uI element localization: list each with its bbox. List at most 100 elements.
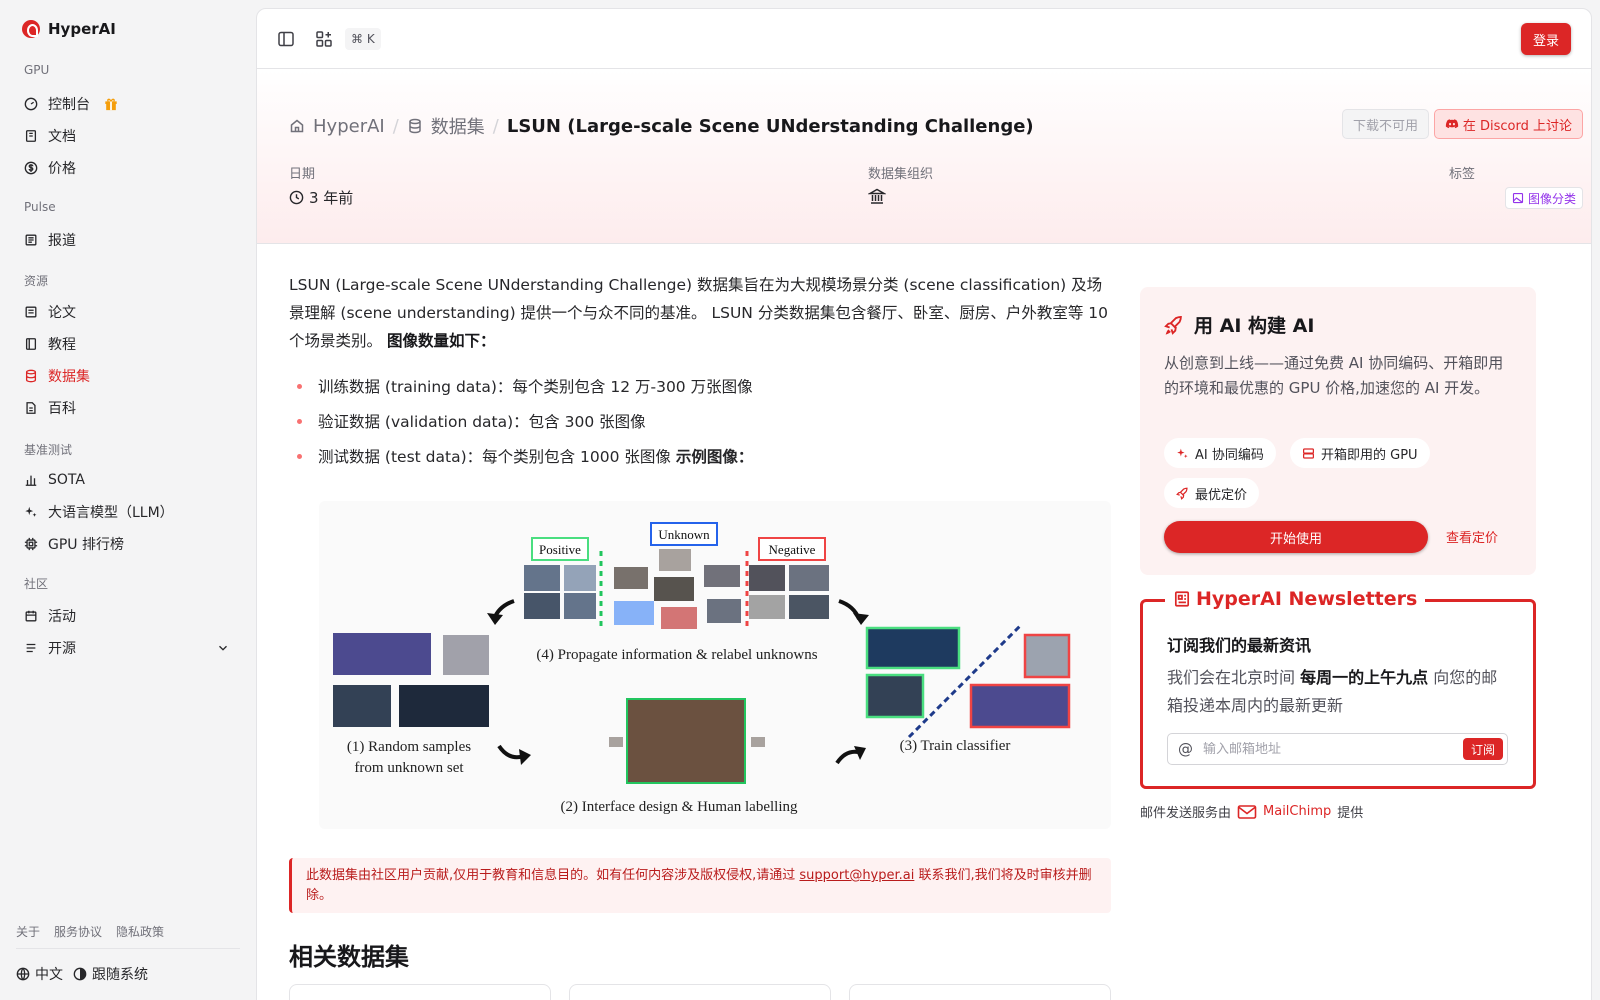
- email-input[interactable]: [1203, 741, 1453, 757]
- newsletter-description: 我们会在北京时间 每周一的上午九点 向您的邮箱投递本周内的最新更新: [1167, 664, 1512, 720]
- terms-link[interactable]: 服务协议: [54, 923, 102, 940]
- language-switch[interactable]: 中文: [16, 964, 63, 984]
- newsletter-title: HyperAI Newsletters: [1165, 588, 1426, 610]
- org-label: 数据集组织: [868, 167, 934, 182]
- database-icon: [25, 369, 37, 383]
- sidebar-item-label: 大语言模型（LLM）: [48, 505, 174, 521]
- sidebar-item-opensource[interactable]: 开源: [16, 634, 238, 662]
- date-label: 日期: [289, 167, 316, 182]
- list-item: 测试数据 (test data)：每个类别包含 1000 张图像 示例图像：: [289, 445, 753, 467]
- sidebar-item-tutorials[interactable]: 教程: [16, 330, 238, 358]
- section-resources: 资源: [24, 274, 49, 288]
- divider: [16, 948, 240, 949]
- newspaper-icon: [1174, 591, 1190, 607]
- chip-label: AI 协同编码: [1195, 447, 1264, 463]
- newsletter-title-text: HyperAI Newsletters: [1196, 588, 1418, 610]
- page-title: LSUN (Large-scale Scene UNderstanding Ch…: [506, 115, 1034, 137]
- org-value: [868, 187, 886, 205]
- bullet-dot: [297, 418, 302, 424]
- section-pulse: Pulse: [24, 200, 56, 214]
- paper-icon: [25, 306, 37, 318]
- login-button[interactable]: 登录: [1521, 23, 1571, 55]
- sidebar-item-datasets[interactable]: 数据集: [16, 362, 238, 390]
- sidebar-item-label: 百科: [48, 401, 76, 417]
- mail-icon: [1237, 804, 1257, 819]
- image-icon: [1512, 192, 1524, 204]
- section-gpu: GPU: [24, 63, 50, 77]
- tag-text: 图像分类: [1527, 191, 1576, 206]
- tag-image-classification[interactable]: 图像分类: [1504, 187, 1583, 209]
- view-pricing-link[interactable]: 查看定价: [1446, 527, 1498, 546]
- sidebar-item-label: 教程: [48, 337, 76, 353]
- sidebar-item-reports[interactable]: 报道: [16, 226, 238, 254]
- sidebar-item-docs[interactable]: 文档: [16, 122, 238, 150]
- download-button[interactable]: 下载不可用: [1341, 109, 1429, 139]
- chip-label: 最优定价: [1195, 487, 1248, 503]
- mailchimp-link[interactable]: MailChimp: [1263, 804, 1331, 819]
- crumb-home[interactable]: HyperAI: [313, 116, 385, 137]
- sidebar-item-papers[interactable]: 论文: [16, 298, 238, 326]
- support-email-link[interactable]: support@hyper.ai: [799, 868, 914, 883]
- notice-text: 此数据集由社区用户贡献,仅用于教育和信息目的。如有任何内容涉及版权侵权,请通过: [306, 868, 800, 883]
- negative-label: Negative: [769, 542, 816, 557]
- chevron-down-icon[interactable]: [216, 641, 230, 655]
- list-item: 训练数据 (training data)：每个类别包含 12 万-300 万张图…: [289, 375, 753, 397]
- newsletter-box: HyperAI Newsletters 订阅我们的最新资讯 我们会在北京时间 每…: [1140, 588, 1536, 789]
- command-shortcut[interactable]: ⌘ K: [345, 28, 381, 50]
- notebook-icon: [25, 338, 37, 350]
- get-started-button[interactable]: 开始使用: [1164, 521, 1428, 553]
- sidebar-item-pricing[interactable]: 价格: [16, 154, 238, 182]
- sidebar-item-llm[interactable]: 大语言模型（LLM）: [16, 498, 238, 526]
- cta-title-text: 用 AI 构建 AI: [1194, 315, 1315, 337]
- crumb-datasets[interactable]: 数据集: [431, 113, 485, 139]
- document-icon: [26, 402, 36, 414]
- subscribe-button[interactable]: 订阅: [1462, 738, 1503, 760]
- date-text: 3 年前: [309, 189, 354, 207]
- positive-label: Positive: [539, 542, 581, 557]
- credit-text: 提供: [1337, 806, 1364, 821]
- mail-provider-credit: 邮件发送服务由 MailChimp 提供: [1140, 802, 1363, 821]
- language-label: 中文: [35, 967, 63, 983]
- sparkles-icon: [25, 506, 37, 517]
- discord-button[interactable]: 在 Discord 上讨论: [1433, 109, 1583, 139]
- at-icon: @: [1178, 740, 1193, 758]
- server-icon: [1303, 447, 1314, 459]
- apps-grid-icon[interactable]: [315, 30, 333, 48]
- sidebar-item-console[interactable]: 控制台: [16, 90, 238, 118]
- bar-chart-icon: [25, 475, 37, 486]
- step1-label: (1) Random samples: [347, 739, 471, 755]
- brand-logo[interactable]: HyperAI: [22, 20, 116, 38]
- theme-label: 跟随系统: [92, 967, 148, 983]
- crumb-separator: /: [492, 115, 499, 137]
- discord-icon: [1445, 119, 1459, 129]
- section-community: 社区: [24, 577, 49, 591]
- theme-switch[interactable]: 跟随系统: [73, 964, 148, 984]
- list-item-bold: 示例图像：: [675, 448, 754, 466]
- list-item-text: 训练数据 (training data)：每个类别包含 12 万-300 万张图…: [318, 378, 753, 396]
- related-card[interactable]: [849, 984, 1111, 1000]
- sidebar-item-gpu-rank[interactable]: GPU 排行榜: [16, 530, 238, 558]
- list-item-text: 验证数据 (validation data)：包含 300 张图像: [318, 413, 646, 431]
- sidebar-item-label: SOTA: [48, 472, 85, 488]
- topbar: ⌘ K 登录: [257, 9, 1591, 69]
- dollar-icon: [24, 161, 38, 175]
- clock-icon: [289, 190, 304, 205]
- related-card[interactable]: [569, 984, 831, 1000]
- sidebar-item-label: 报道: [48, 233, 76, 249]
- sidebar-item-label: 价格: [48, 161, 76, 177]
- about-link[interactable]: 关于: [16, 923, 40, 940]
- related-datasets-list: [289, 984, 1111, 1000]
- sidebar-item-events[interactable]: 活动: [16, 602, 238, 630]
- gauge-icon: [24, 97, 38, 111]
- book-icon: [25, 130, 37, 142]
- institution-icon: [868, 188, 886, 204]
- related-card[interactable]: [289, 984, 551, 1000]
- cta-description: 从创意到上线——通过免费 AI 协同编码、开箱即用的环境和最优惠的 GPU 价格…: [1164, 354, 1504, 397]
- chip-label: 开箱即用的 GPU: [1321, 447, 1418, 463]
- sidebar-item-wiki[interactable]: 百科: [16, 394, 238, 422]
- build-ai-card: 用 AI 构建 AI 从创意到上线——通过免费 AI 协同编码、开箱即用的环境和…: [1140, 287, 1536, 575]
- sidebar-toggle-icon[interactable]: [277, 30, 295, 48]
- sidebar-item-sota[interactable]: SOTA: [16, 466, 238, 494]
- sidebar-item-label: GPU 排行榜: [48, 537, 124, 553]
- privacy-link[interactable]: 隐私政策: [116, 923, 164, 940]
